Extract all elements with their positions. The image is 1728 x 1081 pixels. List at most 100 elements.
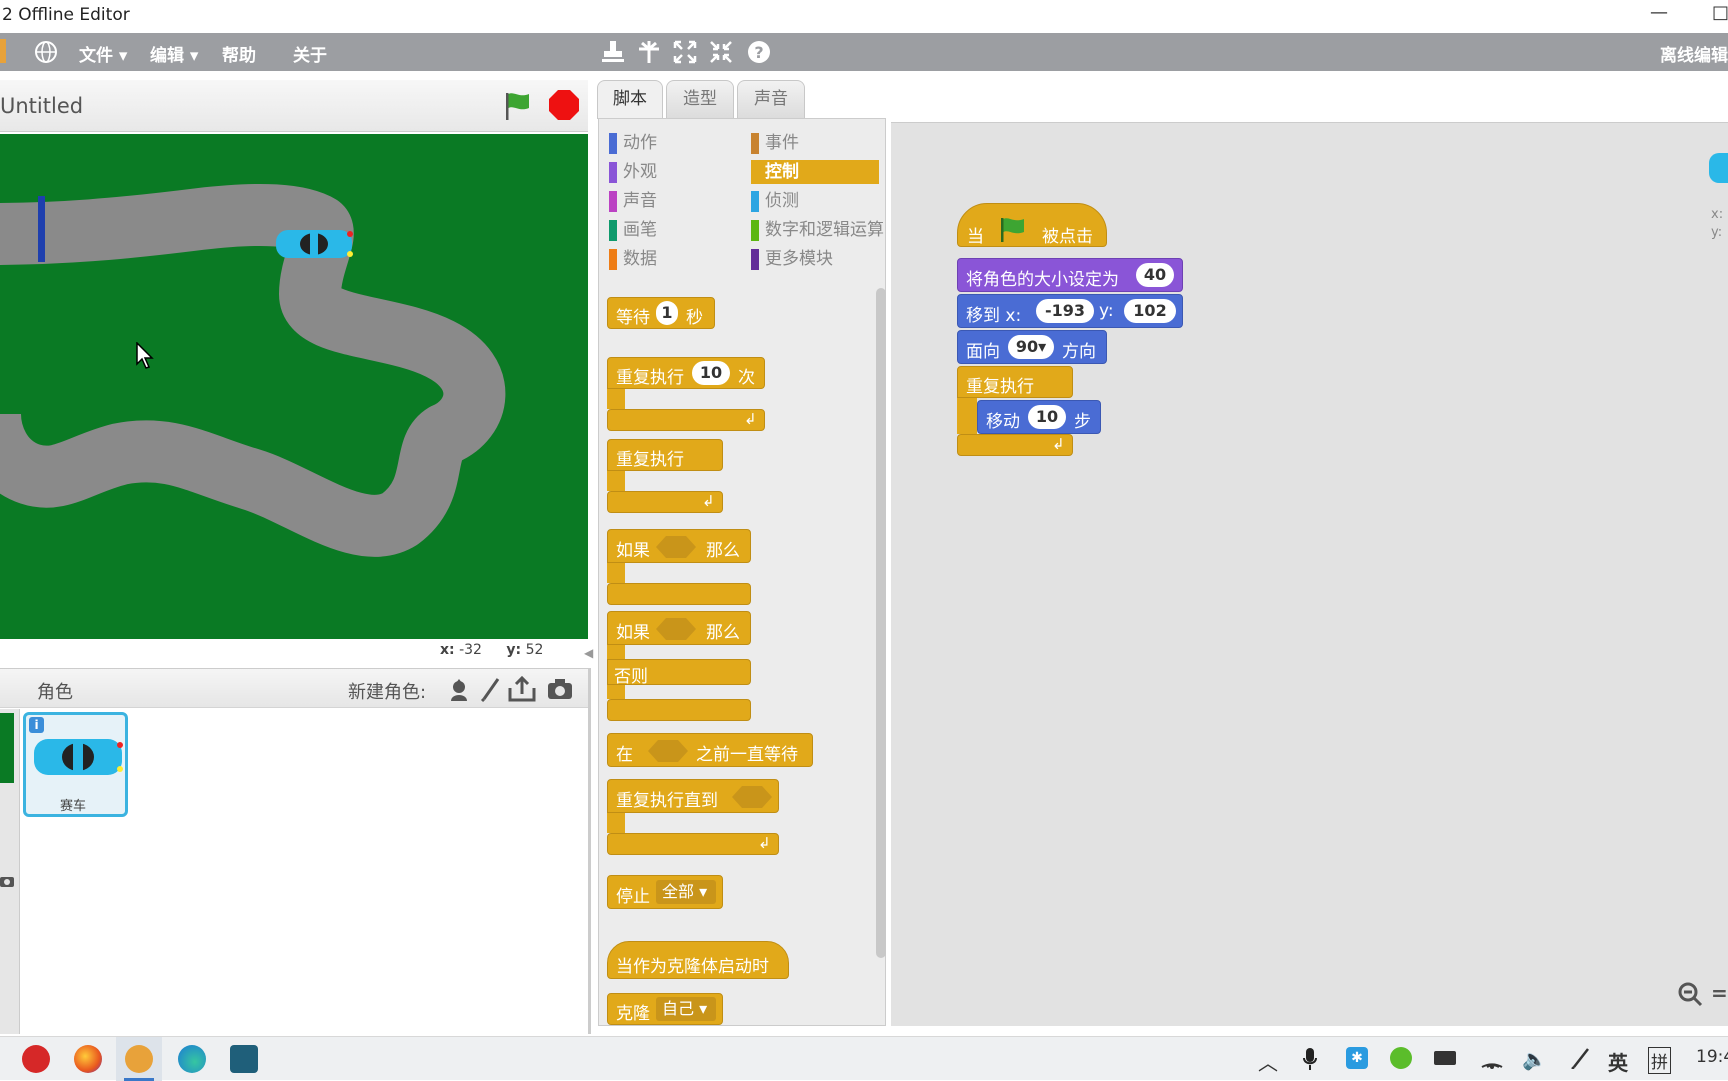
ime-mode-indicator[interactable]: 拼 <box>1648 1047 1671 1074</box>
condition-slot[interactable] <box>648 740 688 762</box>
condition-slot[interactable] <box>732 786 772 808</box>
direction-input[interactable]: 90▾ <box>1008 335 1054 359</box>
block-move-steps[interactable]: 移动 10 步 <box>977 400 1101 434</box>
menu-help[interactable]: 帮助 <box>222 41 256 66</box>
clock[interactable]: 19:4 <box>1696 1047 1728 1067</box>
stop-icon[interactable] <box>548 89 580 121</box>
security-app-icon[interactable] <box>1390 1047 1412 1069</box>
menu-file[interactable]: 文件 ▾ <box>79 41 127 66</box>
block-wait-until[interactable]: 在 之前一直等待 <box>607 733 813 767</box>
steps-input[interactable]: 10 <box>1028 405 1066 429</box>
cut-icon[interactable] <box>636 39 662 65</box>
category-looks[interactable]: 外观 <box>609 160 739 184</box>
block-repeat-bottom[interactable]: ↲ <box>607 409 765 431</box>
c-block-arm <box>607 645 625 659</box>
stage-thumbnail-column[interactable] <box>0 709 20 1034</box>
category-data[interactable]: 数据 <box>609 247 739 271</box>
repeat-count-input[interactable]: 10 <box>692 361 730 385</box>
block-set-size[interactable]: 将角色的大小设定为 40 <box>957 258 1183 292</box>
block-create-clone[interactable]: 克隆 自己 ▾ <box>607 993 723 1025</box>
size-input[interactable]: 40 <box>1136 263 1174 287</box>
stage-camera-icon[interactable] <box>0 873 16 889</box>
category-motion[interactable]: 动作 <box>609 131 739 155</box>
block-if-else[interactable]: 如果 那么 <box>607 611 751 645</box>
project-title[interactable]: Untitled <box>0 94 83 118</box>
battery-icon[interactable] <box>1434 1051 1456 1065</box>
block-repeat-until[interactable]: 重复执行直到 <box>607 779 779 813</box>
volume-icon[interactable]: 🔈 <box>1522 1047 1547 1071</box>
category-color-bar <box>751 191 759 212</box>
category-events[interactable]: 事件 <box>751 131 881 155</box>
block-when-flag-clicked[interactable]: 当 被点击 <box>957 203 1107 247</box>
block-when-clone-start[interactable]: 当作为克隆体启动时 <box>607 941 789 979</box>
zoom-reset-icon[interactable]: = <box>1711 981 1728 1005</box>
tab-sounds[interactable]: 声音 <box>737 80 805 118</box>
wait-seconds-input[interactable]: 1 <box>656 301 678 325</box>
category-control[interactable]: 控制 <box>751 160 879 184</box>
choose-sprite-icon[interactable] <box>446 677 472 703</box>
block-repeat[interactable]: 重复执行 10 次 <box>607 357 765 389</box>
condition-slot[interactable] <box>656 536 696 558</box>
menu-about[interactable]: 关于 <box>293 41 327 66</box>
loop-arrow-icon: ↲ <box>1052 435 1065 453</box>
scratch-app-icon[interactable] <box>125 1045 153 1073</box>
palette-scrollbar[interactable] <box>876 288 886 958</box>
x-input[interactable]: -193 <box>1036 299 1094 323</box>
clone-option-dropdown[interactable]: 自己 ▾ <box>656 997 716 1021</box>
script-area[interactable]: 当 被点击 将角色的大小设定为 40 移到 x: -193 y: 102 面向 … <box>891 122 1728 1026</box>
stamp-icon[interactable] <box>600 39 626 65</box>
loop-arrow-icon: ↲ <box>758 834 771 852</box>
block-wait[interactable]: 等待 1 秒 <box>607 297 715 329</box>
block-if-then[interactable]: 如果 那么 <box>607 529 751 563</box>
race-car-sprite[interactable] <box>274 224 354 264</box>
block-forever[interactable]: 重复执行 <box>607 439 723 471</box>
menu-edit[interactable]: 编辑 ▾ <box>150 41 198 66</box>
block-forever-bottom[interactable]: ↲ <box>607 491 723 513</box>
show-hidden-icons-icon[interactable]: ︿ <box>1258 1047 1278 1076</box>
bluetooth-app-icon[interactable]: ✱ <box>1346 1047 1368 1069</box>
category-sound[interactable]: 声音 <box>609 189 739 213</box>
category-sensing[interactable]: 侦测 <box>751 189 881 213</box>
pen-input-icon[interactable] <box>1570 1047 1592 1069</box>
network-icon[interactable] <box>1480 1047 1504 1069</box>
block-if-then-bottom[interactable] <box>607 583 751 605</box>
tab-scripts[interactable]: 脚本 <box>597 80 663 119</box>
camera-sprite-icon[interactable] <box>546 677 574 701</box>
block-forever[interactable]: 重复执行 <box>957 366 1073 398</box>
category-operators[interactable]: 数字和逻辑运算 <box>751 218 884 242</box>
upload-sprite-icon[interactable] <box>508 676 536 702</box>
grow-icon[interactable] <box>672 39 698 65</box>
globe-icon[interactable] <box>34 40 58 64</box>
zoom-out-icon[interactable] <box>1677 981 1703 1007</box>
block-repeat-until-bottom[interactable]: ↲ <box>607 833 779 855</box>
category-more-blocks[interactable]: 更多模块 <box>751 247 881 271</box>
edge-app-icon[interactable] <box>178 1045 206 1073</box>
info-icon[interactable]: i <box>29 717 44 733</box>
stage-thumbnail[interactable] <box>0 713 14 783</box>
tab-costumes[interactable]: 造型 <box>666 80 734 118</box>
stop-option-dropdown[interactable]: 全部 ▾ <box>656 880 716 904</box>
help-icon[interactable]: ? <box>746 39 772 65</box>
terminal-app-icon[interactable] <box>230 1045 258 1073</box>
maximize-button[interactable]: □ <box>1712 2 1728 23</box>
stage[interactable] <box>0 134 588 639</box>
green-flag-icon[interactable] <box>502 90 534 122</box>
shrink-icon[interactable] <box>708 39 734 65</box>
block-else[interactable]: 否则 <box>607 659 751 687</box>
input-language-indicator[interactable]: 英 <box>1608 1047 1628 1076</box>
microphone-icon[interactable] <box>1302 1047 1318 1071</box>
y-input[interactable]: 102 <box>1124 299 1176 323</box>
sprite-card[interactable]: i 赛车 <box>23 712 128 817</box>
block-go-to-xy[interactable]: 移到 x: -193 y: 102 <box>957 294 1183 328</box>
block-point-direction[interactable]: 面向 90▾ 方向 <box>957 330 1107 364</box>
condition-slot[interactable] <box>656 618 696 640</box>
devcpp-app-icon[interactable] <box>22 1045 50 1073</box>
firefox-app-icon[interactable] <box>74 1045 102 1073</box>
category-pen[interactable]: 画笔 <box>609 218 739 242</box>
block-forever-bottom[interactable]: ↲ <box>957 434 1073 456</box>
collapse-arrow-icon[interactable]: ◀ <box>584 646 593 660</box>
block-if-else-bottom[interactable] <box>607 699 751 721</box>
minimize-button[interactable]: — <box>1650 2 1668 23</box>
paint-sprite-icon[interactable] <box>478 677 502 703</box>
block-stop[interactable]: 停止 全部 ▾ <box>607 875 723 909</box>
